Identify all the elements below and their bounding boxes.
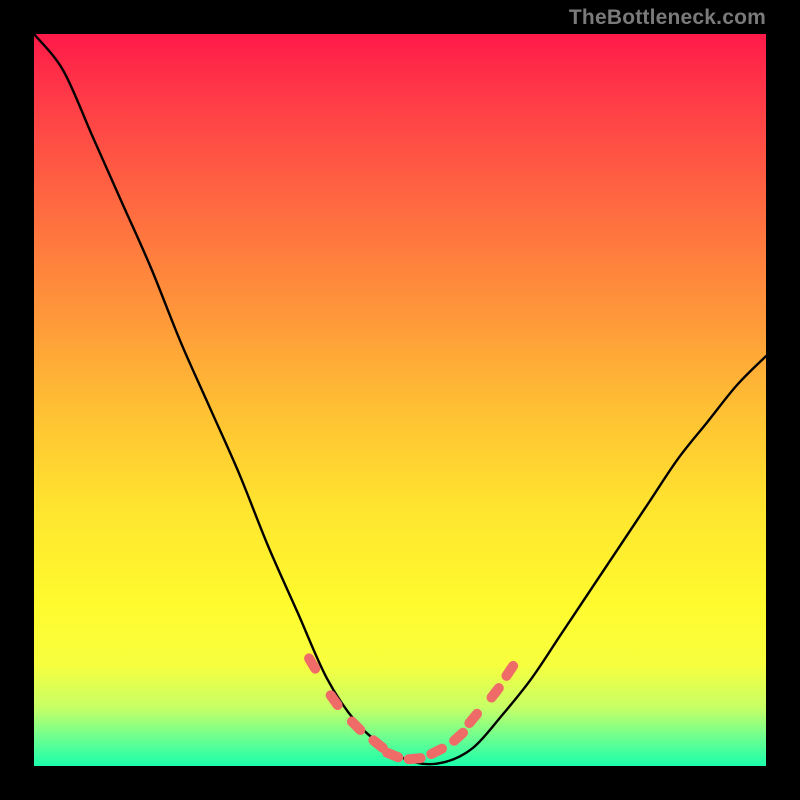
bottleneck-marker [462,707,484,730]
chart-frame: TheBottleneck.com [0,0,800,800]
bottleneck-curve [34,34,766,764]
bottleneck-marker [484,681,505,705]
bottleneck-marker [425,742,449,761]
bottleneck-markers-group [302,652,520,765]
bottleneck-marker [345,714,368,737]
chart-svg [34,34,766,766]
bottleneck-marker [324,688,345,712]
bottleneck-marker [500,659,521,683]
bottleneck-marker [447,726,470,748]
watermark-text: TheBottleneck.com [569,6,766,30]
bottleneck-curve-group [34,34,766,764]
plot-area [34,34,766,766]
bottleneck-marker [381,746,405,763]
